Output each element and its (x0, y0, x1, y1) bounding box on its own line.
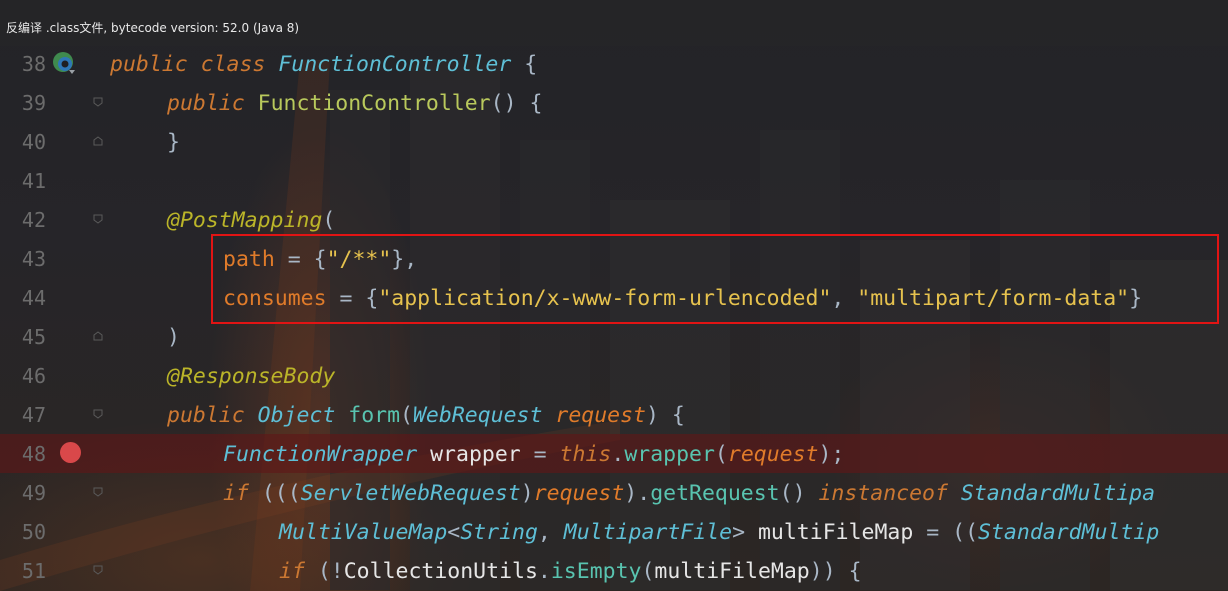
keyword: if (279, 559, 305, 584)
keyword: instanceof (818, 481, 948, 506)
punctuation: < (447, 520, 461, 545)
brace: { (511, 52, 538, 77)
parameter-name: request (555, 403, 646, 428)
class-name: FunctionController (278, 52, 512, 77)
code-line-45[interactable]: ) (167, 318, 180, 357)
punctuation: = (913, 520, 953, 545)
punctuation: . (537, 559, 551, 584)
code-line-38[interactable]: public class FunctionController { (110, 45, 537, 84)
parameter-name: request (533, 481, 625, 506)
type-name: ServletWebRequest (300, 481, 521, 506)
method-name: getRequest (650, 481, 780, 506)
line-number: 45 (21, 325, 46, 349)
code-line-47[interactable]: public Object form(WebRequest request) { (167, 396, 685, 435)
punctuation: ) (520, 481, 534, 506)
keyword: public (110, 52, 188, 77)
type-name: StandardMultipa (960, 481, 1156, 506)
constructor-name: FunctionController (257, 91, 491, 116)
code-line-50[interactable]: MultiValueMap<String, MultipartFile> mul… (279, 513, 1159, 552)
code-line-40[interactable]: } (167, 123, 180, 162)
fold-marker-icon[interactable] (93, 97, 103, 107)
line-number: 39 (21, 91, 46, 115)
punctuation: , (537, 520, 564, 545)
punctuation: () (779, 481, 819, 506)
line-number: 40 (21, 130, 46, 154)
keyword: public (167, 91, 245, 116)
breakpoint-icon[interactable] (60, 442, 81, 463)
line-number: 42 (21, 208, 46, 232)
keyword: if (223, 481, 249, 506)
fold-marker-icon[interactable] (93, 214, 103, 224)
line-number: 51 (21, 559, 46, 583)
variable-name: wrapper (417, 442, 521, 467)
fold-marker-icon[interactable] (93, 487, 103, 497)
line-number: 44 (21, 286, 46, 310)
decompiler-banner: 反编译 .class文件, bytecode version: 52.0 (Ja… (0, 0, 1228, 46)
line-number: 48 (21, 442, 46, 466)
type-name: String (460, 520, 538, 545)
code-line-51[interactable]: if (!CollectionUtils.isEmpty(multiFileMa… (279, 552, 862, 591)
annotation: @PostMapping (167, 208, 323, 233)
parameter-name: request (727, 442, 819, 467)
line-number: 47 (21, 403, 46, 427)
punctuation: > (732, 520, 746, 545)
highlight-annotation-box (211, 234, 1219, 324)
punctuation: ). (624, 481, 651, 506)
punctuation: ( (641, 559, 655, 584)
punctuation: () { (490, 91, 543, 116)
keyword: this (559, 442, 612, 467)
punctuation: (( (952, 520, 979, 545)
punctuation: ((( (248, 481, 301, 506)
banner-text: 反编译 .class文件, bytecode version: 52.0 (Ja… (6, 21, 300, 35)
variable-name: multiFileMap (654, 559, 810, 584)
type-name: WebRequest (412, 403, 543, 428)
fold-marker-icon[interactable] (93, 409, 103, 419)
punctuation: )) { (809, 559, 862, 584)
keyword: public (167, 403, 245, 428)
type-name: MultiValueMap (279, 520, 448, 545)
type-name: FunctionWrapper (223, 442, 418, 467)
fold-marker-icon[interactable] (93, 331, 103, 341)
punctuation: = (520, 442, 560, 467)
punctuation: ) { (646, 403, 685, 428)
line-number: 50 (21, 520, 46, 544)
fold-marker-icon[interactable] (93, 136, 103, 146)
variable-name: multiFileMap (745, 520, 914, 545)
line-number: 43 (21, 247, 46, 271)
class-name: CollectionUtils (343, 559, 538, 584)
type-name: MultipartFile (563, 520, 733, 545)
annotation: @ResponseBody (167, 364, 336, 389)
code-line-39[interactable]: public FunctionController() { (167, 84, 542, 123)
punctuation: ( (322, 208, 336, 233)
punctuation: ( (400, 403, 413, 428)
punctuation (948, 481, 961, 506)
keyword: class (200, 52, 266, 77)
line-number: 49 (21, 481, 46, 505)
type-name: Object (257, 403, 336, 428)
line-number: 46 (21, 364, 46, 388)
line-number: 38 (21, 52, 46, 76)
punctuation: . (611, 442, 625, 467)
fold-marker-icon[interactable] (93, 565, 103, 575)
method-name: form (348, 403, 401, 428)
punctuation: (! (304, 559, 344, 584)
line-number: 41 (21, 169, 46, 193)
type-name: StandardMultip (978, 520, 1160, 545)
method-name: wrapper (624, 442, 715, 467)
punctuation: ( (714, 442, 728, 467)
code-line-46[interactable]: @ResponseBody (167, 357, 335, 396)
method-name: isEmpty (550, 559, 642, 584)
class-implementation-icon[interactable] (52, 51, 76, 75)
punctuation: ) (167, 325, 180, 350)
punctuation: ); (818, 442, 845, 467)
code-line-49[interactable]: if (((ServletWebRequest)request).getRequ… (223, 474, 1155, 513)
brace: } (167, 130, 180, 155)
code-line-48[interactable]: FunctionWrapper wrapper = this.wrapper(r… (223, 435, 844, 474)
